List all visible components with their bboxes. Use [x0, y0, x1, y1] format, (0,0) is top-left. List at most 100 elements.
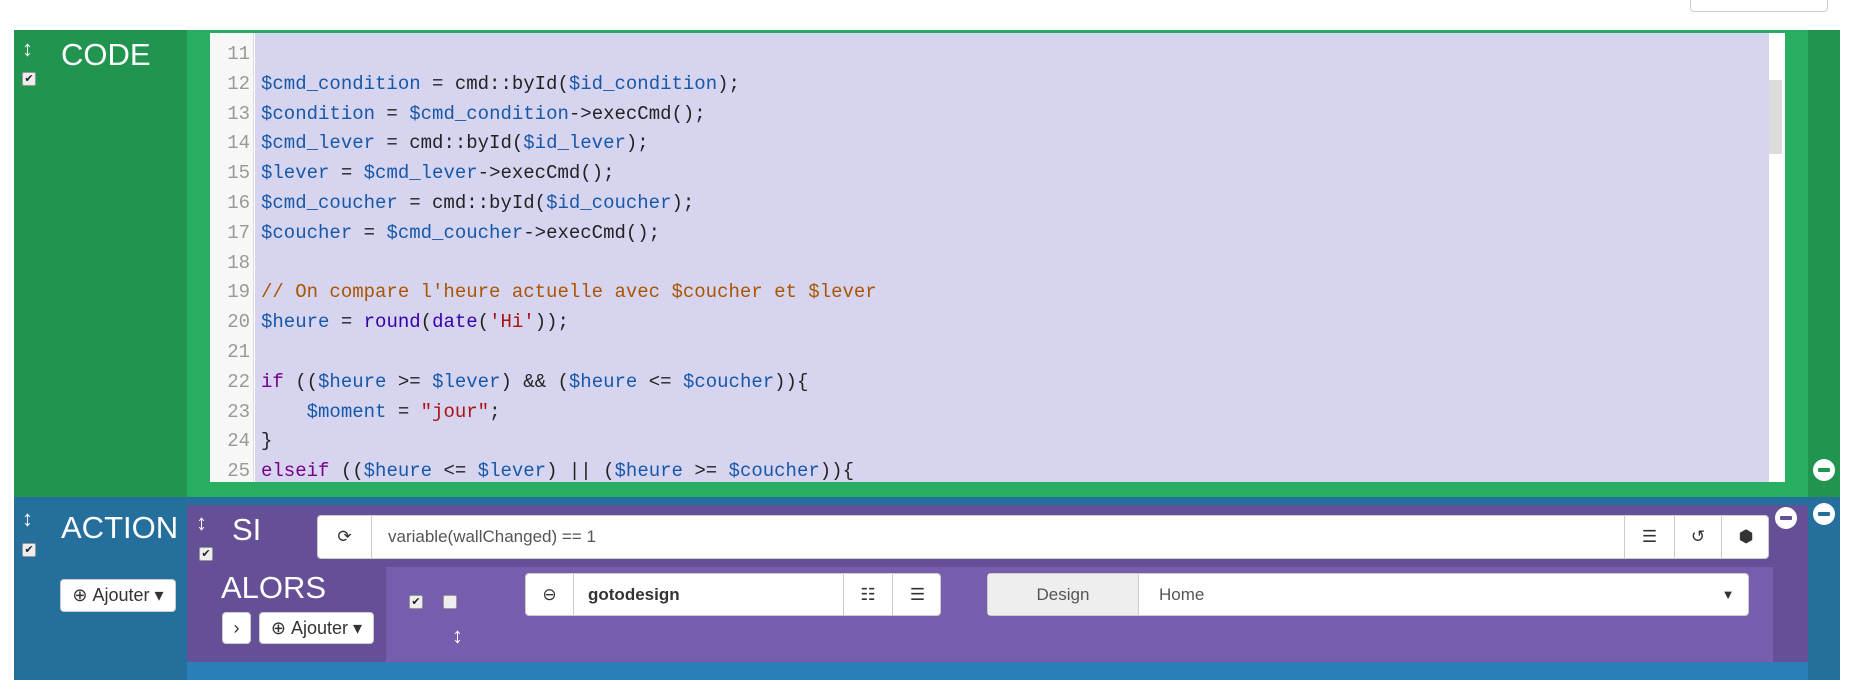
code-token: <=	[637, 370, 683, 393]
alors-add-button[interactable]: ⊕ Ajouter ▾	[259, 612, 374, 644]
code-token: =	[375, 102, 410, 125]
code-line: $moment = "jour";	[261, 397, 501, 427]
dropdown-arrow-icon[interactable]: ▼	[1708, 574, 1748, 615]
code-token: );	[717, 72, 740, 95]
code-enable-checkbox[interactable]: ✔	[22, 72, 36, 86]
code-token: $cmd_condition	[409, 102, 569, 125]
line-number: 24	[227, 430, 250, 453]
refresh-icon[interactable]: ⟳	[318, 516, 371, 558]
cube-icon[interactable]: ⬢	[1721, 516, 1770, 558]
code-token: (	[420, 311, 433, 334]
si-enable-checkbox[interactable]: ✔	[199, 547, 213, 561]
code-token: $id_lever	[523, 132, 626, 155]
code-token: $heure	[318, 370, 387, 393]
plus-circle-icon: ⊕	[72, 585, 93, 605]
code-token: $coucher	[728, 460, 820, 482]
code-token: = cmd::byId(	[397, 192, 547, 214]
code-line: if (($heure >= $lever) && ($heure <= $co…	[261, 367, 808, 397]
code-token: ->execCmd();	[568, 102, 706, 125]
select-command-icon[interactable]: ☷	[843, 574, 892, 615]
code-token: $id_coucher	[546, 192, 672, 214]
line-number: 22	[227, 370, 250, 393]
code-token: $cmd_condition	[261, 72, 421, 95]
code-line: $coucher = $cmd_coucher->execCmd();	[261, 218, 660, 248]
remove-si-icon[interactable]	[1775, 507, 1797, 529]
code-token: ;	[489, 400, 501, 423]
code-line: }	[261, 426, 272, 456]
line-number: 12	[227, 72, 250, 95]
code-token: )){	[774, 370, 809, 393]
code-token: date	[432, 311, 478, 334]
code-token: )){	[819, 460, 854, 482]
code-token: $lever	[432, 370, 501, 393]
code-token: ->execCmd();	[523, 221, 661, 244]
chevron-right-icon[interactable]: ›	[222, 612, 251, 644]
drag-handle-icon[interactable]: ↕	[452, 625, 463, 647]
condition-group: ⟳ variable(wallChanged) == 1 ☰ ↺ ⬢	[317, 515, 1769, 559]
remove-action-item-icon[interactable]: ⊖	[526, 574, 573, 615]
code-line: $cmd_coucher = cmd::byId($id_coucher);	[261, 188, 694, 218]
code-token: $heure	[568, 370, 638, 393]
list-icon[interactable]: ☰	[892, 574, 942, 615]
code-line: $cmd_lever = cmd::byId($id_lever);	[261, 128, 649, 158]
condition-input[interactable]: variable(wallChanged) == 1	[371, 516, 1624, 558]
code-token: >=	[386, 370, 433, 393]
code-token: $cmd_lever	[363, 162, 478, 185]
code-title: CODE	[61, 37, 151, 72]
editor-scrollbar[interactable]	[1769, 80, 1782, 154]
code-token: "jour"	[420, 400, 490, 423]
line-number: 17	[227, 221, 250, 244]
code-line: $condition = $cmd_condition->execCmd();	[261, 99, 706, 129]
command-group: ⊖ gotodesign ☷ ☰	[525, 573, 941, 616]
line-number: 14	[227, 132, 250, 155]
line-number: 19	[227, 281, 250, 304]
list-icon[interactable]: ☰	[1624, 516, 1674, 558]
line-number: 15	[227, 162, 250, 185]
si-label: SI	[232, 512, 262, 547]
action-background-checkbox[interactable]	[443, 595, 457, 609]
code-token: $heure	[614, 460, 683, 482]
action-title: ACTION	[61, 510, 179, 545]
code-token: >=	[682, 460, 729, 482]
code-token: 'Hi'	[489, 311, 535, 334]
action-enable-checkbox[interactable]: ✔	[22, 543, 36, 557]
code-token: $lever	[261, 162, 330, 185]
history-icon[interactable]: ↺	[1674, 516, 1721, 558]
code-token: );	[625, 132, 649, 155]
code-token: ((	[283, 370, 319, 393]
code-token: if	[261, 370, 284, 393]
code-token: $lever	[477, 460, 547, 482]
code-token: $heure	[261, 311, 330, 334]
remove-code-icon[interactable]	[1813, 459, 1835, 481]
line-number: 18	[227, 251, 250, 274]
remove-action-icon[interactable]	[1813, 503, 1835, 525]
code-token: = cmd::byId(	[420, 72, 569, 95]
code-editor[interactable]: 11 12 $cmd_condition = cmd::byId($id_condi…	[210, 33, 1785, 482]
code-token: =	[329, 162, 364, 185]
drag-handle-icon[interactable]: ↕	[196, 512, 207, 534]
code-token: ->execCmd();	[477, 162, 615, 185]
code-token: <=	[432, 460, 478, 482]
plus-circle-icon: ⊕	[270, 617, 291, 638]
action-block-footer	[187, 662, 1808, 680]
code-token: // On compare l'heure actuelle avec $cou…	[261, 281, 877, 304]
command-input[interactable]: gotodesign	[573, 574, 843, 615]
caret-down-icon: ▾	[348, 617, 363, 638]
code-line: $heure = round(date('Hi'));	[261, 307, 569, 337]
code-token: =	[329, 311, 364, 334]
add-button[interactable]: ⊕ Ajouter ▾	[60, 579, 176, 612]
line-number: 21	[227, 341, 250, 363]
action-enabled-checkbox[interactable]: ✔	[409, 595, 423, 609]
code-token: $cmd_coucher	[261, 192, 398, 214]
design-select[interactable]: Home	[1138, 574, 1728, 615]
code-line: $lever = $cmd_lever->execCmd();	[261, 158, 615, 188]
drag-handle-icon[interactable]: ↕	[22, 508, 33, 530]
code-token: ) && (	[500, 370, 569, 393]
code-token: $moment	[306, 400, 387, 423]
alors-label: ALORS	[221, 570, 327, 605]
top-right-button[interactable]	[1690, 0, 1828, 12]
code-token: = cmd::byId(	[375, 132, 524, 155]
drag-handle-icon[interactable]: ↕	[22, 38, 33, 60]
line-number: 13	[227, 102, 250, 125]
